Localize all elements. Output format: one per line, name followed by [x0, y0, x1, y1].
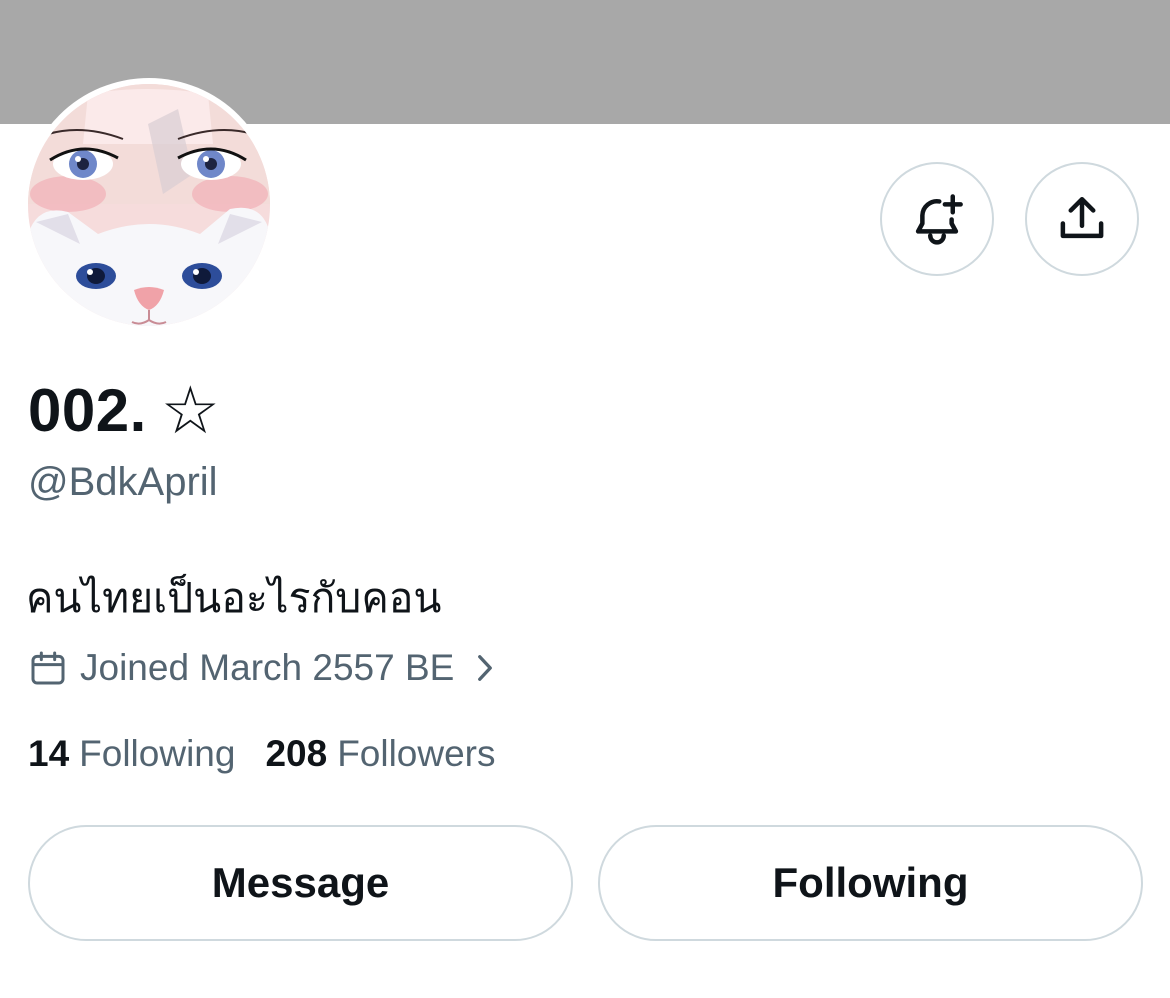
joined-date-link[interactable]: Joined March 2557 BE: [28, 642, 498, 694]
profile-handle: @BdkApril: [28, 460, 218, 504]
follow-stats: 14 Following 208 Followers: [28, 728, 496, 780]
following-count-link[interactable]: 14 Following: [28, 733, 235, 775]
followers-label: Followers: [337, 733, 496, 774]
display-name-text: 002.: [28, 376, 147, 444]
joined-date-text: Joined March 2557 BE: [80, 647, 455, 688]
calendar-icon: [31, 651, 65, 685]
followers-count-link[interactable]: 208 Followers: [265, 733, 495, 775]
avatar-illustration: [28, 84, 270, 326]
bell-plus-icon: [915, 194, 963, 245]
chevron-right-icon: [478, 655, 493, 681]
following-button[interactable]: Following: [598, 825, 1143, 941]
display-name: 002. ☆: [28, 372, 220, 448]
profile-bio: คนไทยเป็นอะไรกับคอน: [26, 575, 442, 621]
share-upload-icon: [1060, 196, 1104, 239]
followers-count: 208: [265, 733, 328, 774]
notifications-button[interactable]: [880, 162, 994, 276]
profile-avatar[interactable]: [22, 78, 276, 332]
message-button[interactable]: Message: [28, 825, 573, 941]
following-label: Following: [79, 733, 236, 774]
star-symbol: ☆: [160, 373, 221, 447]
following-count: 14: [28, 733, 70, 774]
share-button[interactable]: [1025, 162, 1139, 276]
